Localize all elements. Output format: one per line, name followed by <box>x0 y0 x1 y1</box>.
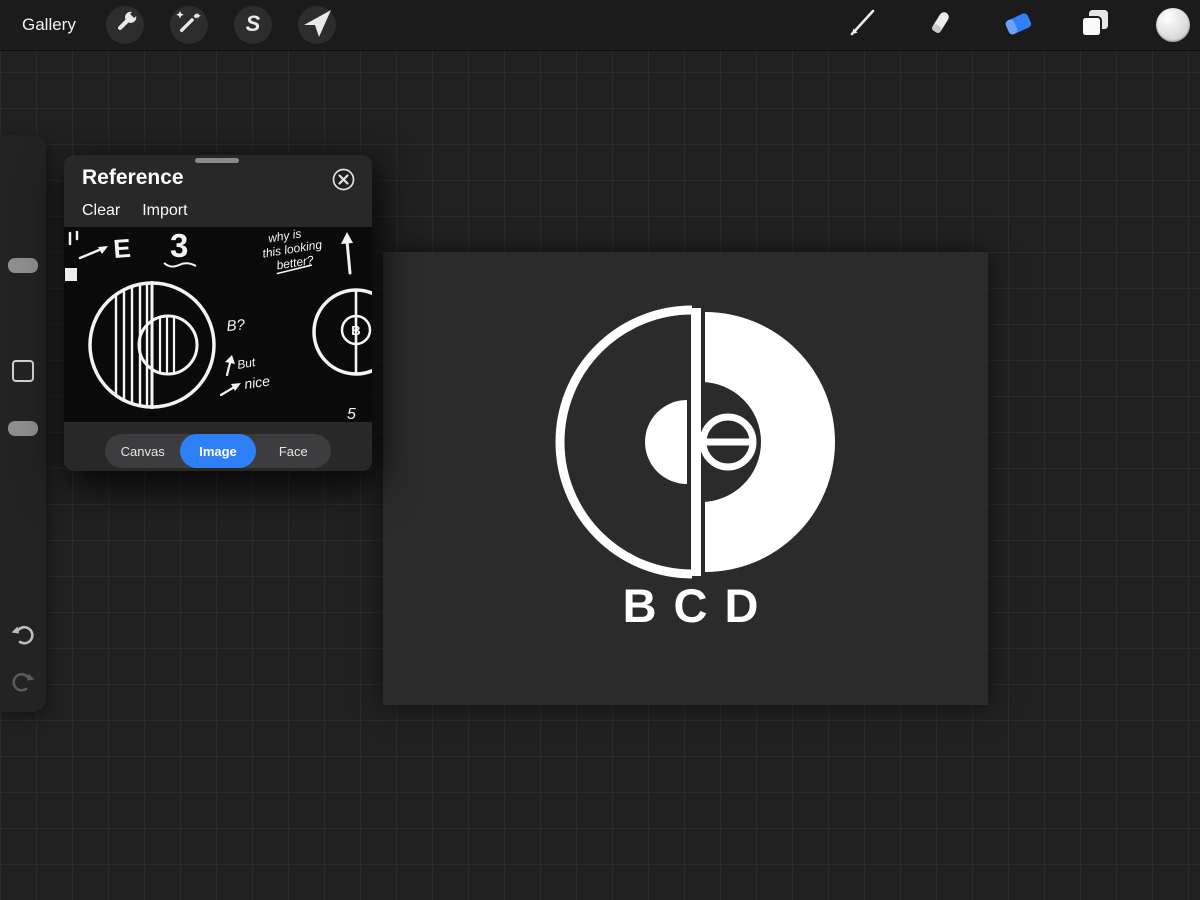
redo-icon <box>9 683 37 700</box>
reference-actions: Clear Import <box>82 202 188 220</box>
layers-icon <box>1076 4 1114 47</box>
undo-button[interactable] <box>9 621 37 649</box>
svg-text:B: B <box>351 323 360 338</box>
sketch-scribble <box>164 263 196 267</box>
smudge-tool-button[interactable] <box>921 6 959 44</box>
clear-button[interactable]: Clear <box>82 202 120 220</box>
tab-face[interactable]: Face <box>256 434 331 468</box>
sketch-but-text: But <box>236 355 257 372</box>
brush-icon <box>843 4 881 47</box>
sketch-right-circle: B 5 <box>314 290 372 422</box>
sketch-nice-text: nice <box>243 373 271 392</box>
reference-panel-title: Reference <box>82 166 184 190</box>
sketch-letter-e: E <box>112 233 131 264</box>
layers-button[interactable] <box>1076 6 1114 44</box>
adjustments-button[interactable] <box>170 6 208 44</box>
close-button[interactable] <box>332 168 355 191</box>
sketch-number-three: 3 <box>170 227 188 264</box>
eraser-tool-button[interactable] <box>999 6 1037 44</box>
actions-button[interactable] <box>106 6 144 44</box>
reference-panel: Reference Clear Import E 3 <box>64 155 372 471</box>
selection-button[interactable]: S <box>234 6 272 44</box>
chalk-square <box>65 268 77 281</box>
panel-drag-handle[interactable] <box>195 158 239 163</box>
brush-size-slider[interactable] <box>8 258 38 273</box>
sketch-up-arrowhead <box>341 232 353 244</box>
import-button[interactable]: Import <box>142 202 187 220</box>
gallery-button[interactable]: Gallery <box>22 0 76 50</box>
undo-icon <box>9 636 37 653</box>
sketch-note: why is this looking better? <box>259 227 325 275</box>
sketch-big-circle <box>90 281 214 411</box>
close-icon <box>332 178 355 195</box>
wrench-icon <box>106 4 144 47</box>
brush-tool-button[interactable] <box>843 6 881 44</box>
reference-mode-tabs: Canvas Image Face <box>105 434 331 468</box>
top-toolbar: Gallery <box>0 0 1200 50</box>
chalk-marks <box>70 232 77 244</box>
tab-canvas[interactable]: Canvas <box>105 434 180 468</box>
smudge-icon <box>921 4 959 47</box>
svg-text:S: S <box>246 11 261 36</box>
modify-button[interactable] <box>12 360 34 382</box>
tab-image[interactable]: Image <box>180 434 255 468</box>
magic-wand-icon <box>170 4 208 47</box>
artwork-canvas[interactable]: BCD <box>383 252 988 705</box>
opacity-slider[interactable] <box>8 421 38 436</box>
sketch-but-arrowhead <box>225 355 235 364</box>
eraser-icon <box>999 4 1037 47</box>
reference-image[interactable]: E 3 why is this looking better? <box>64 227 372 422</box>
sketch-up-arrow <box>347 241 350 273</box>
transform-button[interactable] <box>298 6 336 44</box>
side-toolbar <box>0 135 46 712</box>
transform-icon <box>298 4 336 47</box>
redo-button[interactable] <box>9 668 37 696</box>
logo-wordmark: BCD <box>623 579 776 632</box>
svg-text:5: 5 <box>347 406 356 422</box>
color-swatch[interactable] <box>1156 8 1190 42</box>
selection-icon: S <box>234 4 272 47</box>
bcd-logo: BCD <box>383 252 988 705</box>
sketch-b-question: B? <box>226 316 246 335</box>
